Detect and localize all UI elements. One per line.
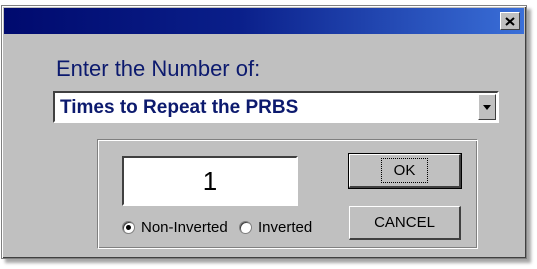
radio-selected-icon bbox=[122, 221, 135, 234]
radio-unselected-icon bbox=[239, 221, 252, 234]
close-button[interactable] bbox=[500, 12, 520, 30]
title-bar[interactable] bbox=[4, 8, 524, 34]
dropdown-button[interactable] bbox=[478, 94, 496, 120]
close-icon bbox=[505, 16, 515, 26]
radio-inverted[interactable]: Inverted bbox=[239, 219, 312, 236]
options-group: Non-Inverted Inverted OK CANCEL bbox=[97, 139, 478, 249]
cancel-button[interactable]: CANCEL bbox=[349, 206, 461, 240]
quantity-type-select[interactable]: Times to Repeat the PRBS bbox=[53, 91, 499, 123]
chevron-down-icon bbox=[483, 104, 491, 110]
number-input[interactable] bbox=[122, 156, 298, 206]
radio-non-inverted-label: Non-Inverted bbox=[141, 219, 228, 236]
ok-button-label: OK bbox=[380, 158, 429, 183]
ok-button[interactable]: OK bbox=[348, 153, 462, 189]
select-value: Times to Repeat the PRBS bbox=[60, 97, 299, 118]
prompt-label: Enter the Number of: bbox=[56, 56, 261, 81]
dialog-window: Enter the Number of: Times to Repeat the… bbox=[1, 5, 527, 259]
radio-inverted-label: Inverted bbox=[258, 219, 313, 236]
radio-non-inverted[interactable]: Non-Inverted bbox=[122, 219, 228, 236]
